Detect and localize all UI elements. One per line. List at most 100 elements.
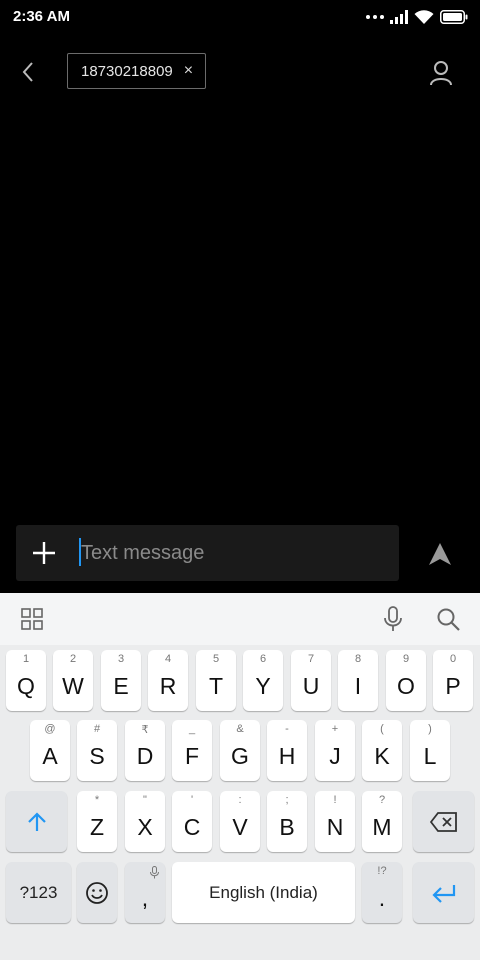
- key-hint: 9: [402, 653, 410, 665]
- key-hint: ₹: [141, 724, 149, 736]
- shift-key[interactable]: [6, 791, 67, 852]
- key-hint: 8: [354, 653, 362, 665]
- key-label: Z: [89, 814, 105, 840]
- key-hint: *: [94, 794, 100, 806]
- microphone-hint-icon: [150, 866, 159, 879]
- key-j[interactable]: + J: [315, 720, 355, 781]
- key-w[interactable]: 2W: [53, 650, 93, 711]
- key-label: R: [159, 673, 177, 699]
- key-u[interactable]: 7U: [291, 650, 331, 711]
- more-notifications-icon: [366, 15, 384, 19]
- key-label: M: [372, 814, 392, 840]
- enter-key[interactable]: [413, 862, 474, 923]
- key-hint: 3: [117, 653, 125, 665]
- key-hint: 4: [164, 653, 172, 665]
- key-label: Q: [17, 673, 35, 699]
- key-label: J: [329, 743, 341, 769]
- key-y[interactable]: 6Y: [243, 650, 283, 711]
- key-k[interactable]: (K: [362, 720, 402, 781]
- key-label: U: [302, 673, 320, 699]
- key-hint: ': [190, 794, 194, 806]
- recipient-chip[interactable]: 18730218809 ×: [67, 53, 207, 89]
- signal-icon: [390, 10, 408, 24]
- key-hint: 2: [69, 653, 77, 665]
- key-hint: ;: [285, 794, 289, 806]
- space-key-label: English (India): [209, 882, 318, 902]
- key-hint: _: [188, 723, 196, 735]
- key-i[interactable]: 8I: [338, 650, 378, 711]
- send-button[interactable]: [424, 538, 456, 570]
- period-key[interactable]: !? .: [362, 862, 402, 923]
- shift-arrow-icon: [27, 811, 46, 831]
- key-r[interactable]: 4R: [148, 650, 188, 711]
- recipient-number: 18730218809: [81, 62, 173, 80]
- space-key[interactable]: English (India): [172, 862, 355, 923]
- key-s[interactable]: # S: [77, 720, 117, 781]
- key-n[interactable]: ! N: [315, 791, 355, 852]
- key-o[interactable]: 9O: [386, 650, 426, 711]
- key-label: B: [279, 814, 295, 840]
- key-hint: @: [44, 723, 56, 735]
- key-label: X: [137, 814, 153, 840]
- plus-icon: [33, 542, 55, 564]
- conversation-header: 18730218809 ×: [0, 50, 480, 94]
- key-label: C: [183, 814, 201, 840]
- attach-button[interactable]: [28, 537, 60, 569]
- status-icons: [366, 7, 468, 27]
- key-h[interactable]: -H: [267, 720, 307, 781]
- add-contact-button[interactable]: [426, 58, 456, 88]
- key-f[interactable]: _ F: [172, 720, 212, 781]
- back-button[interactable]: [14, 58, 42, 86]
- key-label: L: [423, 743, 437, 769]
- status-time: 2:36 AM: [13, 8, 70, 25]
- keyboard-menu-button[interactable]: [16, 603, 48, 635]
- voice-input-button[interactable]: [377, 603, 409, 635]
- key-label: H: [278, 743, 296, 769]
- comma-key[interactable]: ,: [125, 862, 165, 923]
- key-e[interactable]: 3E: [101, 650, 141, 711]
- key-l[interactable]: ) L: [410, 720, 450, 781]
- key-v[interactable]: :V: [220, 791, 260, 852]
- status-bar: 2:36 AM: [0, 0, 480, 34]
- microphone-icon: [384, 606, 402, 631]
- keyboard-search-button[interactable]: [432, 603, 464, 635]
- grid-icon: [21, 608, 43, 630]
- key-hint: 5: [212, 653, 220, 665]
- key-label: F: [184, 743, 200, 769]
- key-p[interactable]: 0P: [433, 650, 473, 711]
- key-label: P: [445, 673, 461, 699]
- key-label: Y: [255, 673, 271, 699]
- key-hint: 6: [259, 653, 267, 665]
- key-q[interactable]: 1Q: [6, 650, 46, 711]
- key-label: D: [136, 743, 154, 769]
- key-g[interactable]: & G: [220, 720, 260, 781]
- key-label: I: [354, 673, 362, 699]
- key-m[interactable]: ? M: [362, 791, 402, 852]
- key-a[interactable]: @ A: [30, 720, 70, 781]
- chevron-left-icon: [22, 62, 33, 82]
- person-icon: [430, 61, 452, 86]
- key-label: S: [89, 743, 105, 769]
- remove-recipient-icon[interactable]: ×: [184, 63, 193, 79]
- key-hint: #: [93, 723, 101, 735]
- key-t[interactable]: 5T: [196, 650, 236, 711]
- period-label: .: [378, 885, 386, 911]
- key-d[interactable]: ₹ D: [125, 720, 165, 781]
- key-label: V: [232, 814, 248, 840]
- key-label: A: [42, 743, 58, 769]
- keyboard-toolbar: [0, 593, 480, 645]
- symbols-key[interactable]: ?123: [6, 862, 71, 923]
- key-hint: (: [380, 723, 384, 735]
- smiley-icon: [86, 881, 108, 904]
- key-c[interactable]: ' C: [172, 791, 212, 852]
- backspace-key[interactable]: [413, 791, 474, 852]
- key-x[interactable]: " X: [125, 791, 165, 852]
- key-z[interactable]: * Z: [77, 791, 117, 852]
- compose-box: [16, 525, 399, 581]
- key-hint: &: [236, 723, 244, 735]
- emoji-key[interactable]: [77, 862, 117, 923]
- message-input[interactable]: [79, 535, 381, 571]
- key-hint: !?: [377, 865, 387, 877]
- key-b[interactable]: ; B: [267, 791, 307, 852]
- keyboard: 1Q 2W 3E 4R 5T 6Y 7U 8I 9O 0P @ A # S ₹ D _…: [0, 593, 480, 960]
